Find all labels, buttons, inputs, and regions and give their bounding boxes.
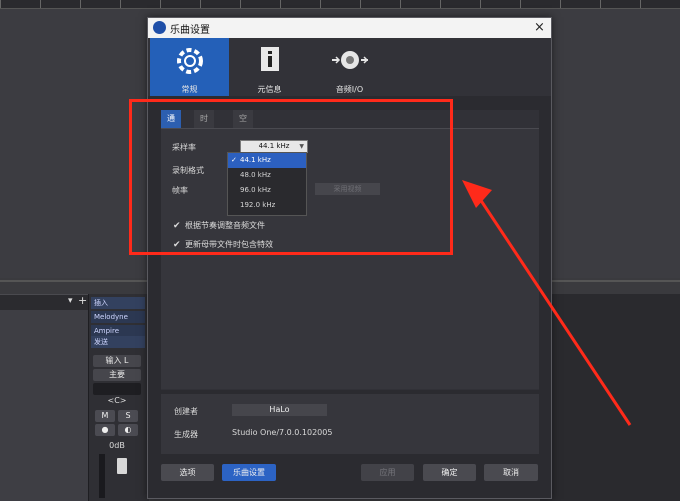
annotation-arrow-icon (462, 180, 632, 426)
